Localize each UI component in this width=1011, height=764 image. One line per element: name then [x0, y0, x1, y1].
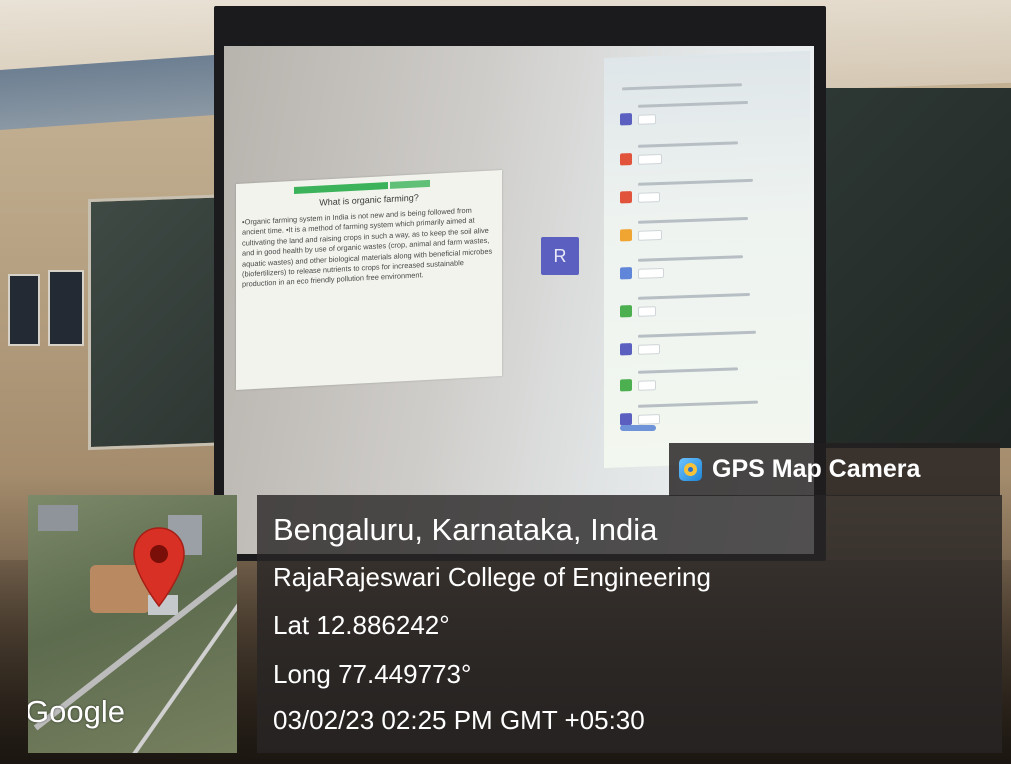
- longitude-text: Long 77.449773°: [273, 659, 472, 689]
- timestamp-text: 03/02/23 02:25 PM GMT +05:30: [273, 705, 645, 735]
- chat-line: [638, 400, 758, 408]
- chat-line: [638, 216, 748, 224]
- wall-poster: [48, 270, 84, 346]
- app-name: GPS Map Camera: [712, 455, 921, 483]
- building-block: [38, 505, 78, 531]
- chat-avatar: [620, 267, 632, 280]
- chat-avatar: [620, 229, 632, 242]
- chat-line: [622, 83, 742, 91]
- chat-message: [638, 229, 662, 241]
- chat-avatar: [620, 413, 632, 426]
- map-pin-icon: [133, 527, 185, 608]
- chat-message: [638, 380, 656, 391]
- right-blackboard: [800, 88, 1011, 448]
- chat-message: [638, 114, 656, 125]
- map-thumbnail: Google: [28, 495, 237, 753]
- gps-app-tag: GPS Map Camera: [669, 443, 1000, 496]
- chat-message: [638, 306, 656, 317]
- chat-avatar: [620, 343, 632, 356]
- place-name: RajaRajeswari College of Engineering: [273, 562, 711, 592]
- google-attribution: Google: [28, 694, 125, 729]
- chat-message: [638, 414, 660, 425]
- chat-line: [638, 330, 756, 338]
- latitude-text: Lat 12.886242°: [273, 610, 450, 640]
- chat-line: [638, 178, 753, 186]
- location-text: Bengaluru, Karnataka, India: [273, 512, 658, 547]
- chat-avatar: [620, 379, 632, 392]
- slide-body: •Organic farming system in India is not …: [242, 205, 493, 290]
- chat-line: [638, 367, 738, 374]
- gps-map-camera-icon: [679, 458, 702, 481]
- projected-slide: What is organic farming? •Organic farmin…: [236, 170, 502, 390]
- chat-line: [638, 141, 738, 148]
- chat-line: [638, 100, 748, 108]
- chat-line: [638, 255, 743, 262]
- chat-avatar: [620, 191, 632, 204]
- chat-message: [638, 192, 660, 203]
- slide-header-bar: [390, 179, 430, 189]
- chat-line: [638, 292, 750, 300]
- chat-send-button: [620, 425, 656, 431]
- participant-avatar: R: [541, 237, 579, 275]
- slide-header-bar: [294, 182, 388, 194]
- chat-message: [638, 344, 660, 355]
- gps-info-panel: Bengaluru, Karnataka, India RajaRajeswar…: [257, 495, 1002, 753]
- chat-message: [638, 267, 664, 279]
- chat-avatar: [620, 153, 632, 166]
- chat-avatar: [620, 305, 632, 318]
- chat-avatar: [620, 113, 632, 126]
- chat-message: [638, 153, 662, 165]
- meeting-chat-panel: [604, 50, 810, 468]
- wall-poster: [8, 274, 40, 346]
